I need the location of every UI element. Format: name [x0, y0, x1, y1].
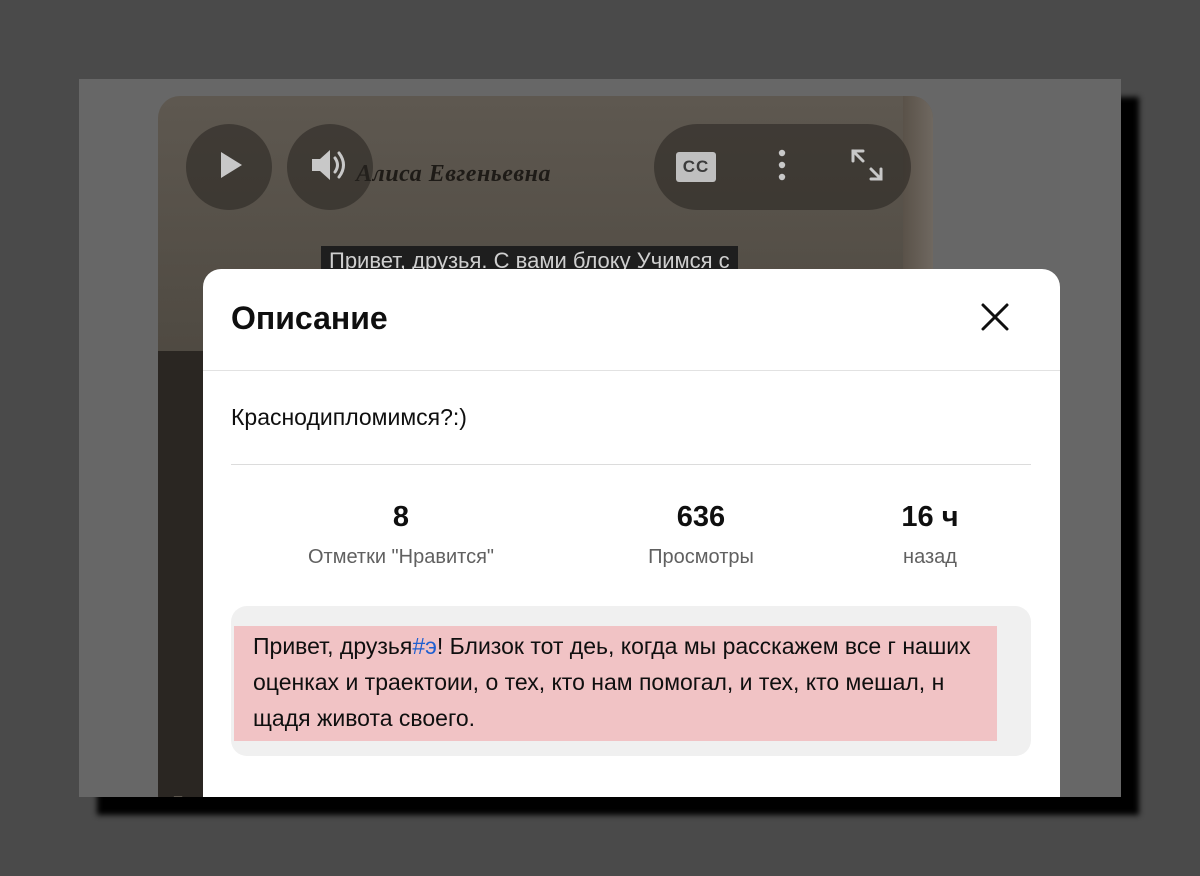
upload-age-label: назад — [903, 546, 957, 568]
fullscreen-icon — [849, 147, 885, 188]
play-button[interactable] — [186, 124, 272, 210]
hashtag-link[interactable]: #э — [412, 633, 437, 659]
close-button[interactable] — [973, 297, 1017, 341]
upload-age: 16 ч — [901, 501, 959, 533]
video-corner-glyph: I — [173, 791, 183, 797]
views-count: 636 — [676, 501, 726, 533]
likes-count: 8 — [392, 501, 410, 533]
description-dialog: Описание Краснодипломимся?:) 8 Отметки "… — [203, 269, 1060, 797]
dialog-title: Описание — [231, 300, 388, 336]
description-text: Привет, друзья#э! Близок тот деь, когда … — [253, 628, 998, 736]
captions-button[interactable]: CC — [656, 124, 736, 210]
player-controls-group: CC — [654, 124, 911, 210]
volume-icon — [308, 145, 352, 190]
video-frame-title: Алиса Евгеньевна — [356, 161, 551, 187]
screenshot-frame: Алиса Евгеньевна Привет, друзья. С вами … — [79, 79, 1121, 797]
dialog-header: Описание — [203, 269, 1060, 371]
stat-date: 16 ч назад — [870, 497, 990, 569]
more-vertical-icon — [776, 148, 788, 187]
stat-views: 636 Просмотры — [621, 497, 781, 569]
close-icon — [980, 302, 1010, 337]
divider — [231, 464, 1031, 465]
fullscreen-button[interactable] — [827, 124, 907, 210]
play-icon — [211, 147, 247, 188]
volume-button[interactable] — [287, 124, 373, 210]
stat-likes: 8 Отметки "Нравится" — [291, 497, 511, 569]
likes-label: Отметки "Нравится" — [307, 546, 494, 568]
cc-icon: CC — [676, 152, 716, 182]
more-options-button[interactable] — [742, 124, 822, 210]
views-label: Просмотры — [648, 546, 754, 568]
description-part: Привет, друзья — [253, 633, 413, 659]
video-name: Краснодипломимся?:) — [231, 404, 467, 430]
description-box: Привет, друзья#э! Близок тот деь, когда … — [231, 606, 1031, 756]
